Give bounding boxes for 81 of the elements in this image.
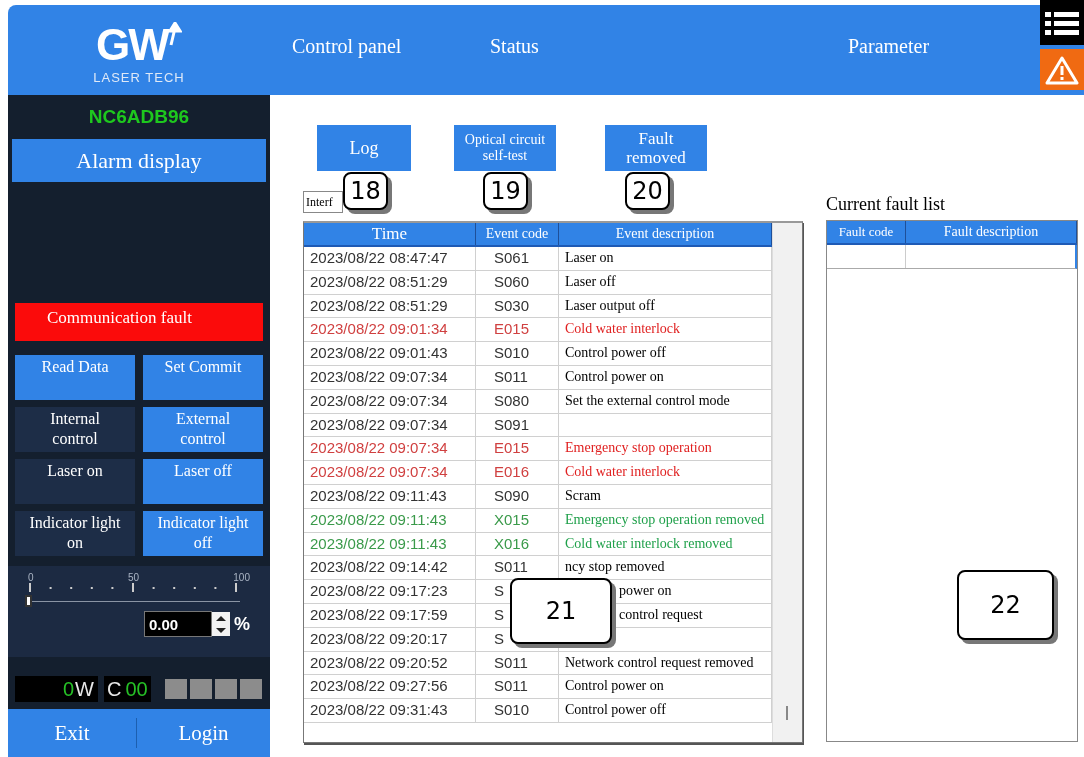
control-button[interactable]: Read Data	[15, 355, 135, 401]
column-header: Fault code	[827, 221, 906, 243]
time-cell: 2023/08/22 09:14:42	[304, 556, 476, 580]
code-cell: S010	[476, 699, 559, 722]
nav-link[interactable]: Parameter	[848, 34, 930, 58]
control-button[interactable]: Laser on	[15, 459, 135, 505]
time-cell: 2023/08/22 09:20:52	[304, 651, 476, 675]
channel-value: 00	[125, 677, 148, 701]
indicator-square	[164, 679, 187, 700]
column-header: Fault description	[906, 221, 1077, 243]
arrow-icon	[167, 21, 182, 46]
time-cell: 2023/08/22 09:11:43	[304, 484, 476, 508]
code-cell: X015	[476, 508, 559, 532]
code-cell: S090	[476, 484, 559, 508]
column-header: Time	[304, 223, 476, 245]
power-value: 0	[63, 677, 75, 701]
code-cell: X016	[476, 532, 559, 556]
device-id: NC6ADB96	[87, 105, 191, 129]
code-cell: S011	[476, 366, 559, 389]
code-cell: S061	[476, 247, 559, 270]
channel-label: C	[107, 677, 122, 701]
time-cell: 2023/08/22 09:01:43	[304, 342, 476, 365]
scale-label: 0	[28, 572, 34, 584]
fault-list-title: Current fault list	[826, 194, 946, 215]
nav-link[interactable]: Control panel	[292, 34, 402, 58]
unit-label: %	[234, 613, 250, 635]
time-cell: 2023/08/22 09:07:34	[304, 437, 476, 461]
code-cell: S060	[476, 270, 559, 294]
code-cell: S011	[476, 675, 559, 699]
fault-banner: Communication fault	[15, 303, 263, 342]
power-unit: W	[75, 677, 94, 701]
scale-label: 100	[233, 572, 250, 584]
scrollbar[interactable]	[772, 223, 802, 742]
time-cell: 2023/08/22 08:51:29	[304, 270, 476, 294]
code-cell: S010	[476, 342, 559, 365]
alarm-display-button[interactable]: Alarm display	[12, 138, 266, 183]
code-cell: E016	[476, 461, 559, 484]
code-cell: S080	[476, 389, 559, 413]
indicator-square	[239, 679, 262, 700]
time-cell: 2023/08/22 09:31:43	[304, 699, 476, 722]
slider-thumb[interactable]	[25, 595, 32, 608]
time-cell: 2023/08/22 09:17:59	[304, 603, 476, 627]
time-cell: 2023/08/22 09:07:34	[304, 366, 476, 389]
code-cell: S011	[476, 651, 559, 675]
code-cell: S091	[476, 413, 559, 437]
time-cell: 2023/08/22 09:27:56	[304, 675, 476, 699]
scale-label: 50	[127, 572, 139, 584]
time-cell: 2023/08/22 09:07:34	[304, 389, 476, 413]
code-cell: S030	[476, 294, 559, 318]
exit-button[interactable]: Exit	[8, 709, 136, 757]
time-cell: 2023/08/22 09:11:43	[304, 508, 476, 532]
time-cell: 2023/08/22 08:47:47	[304, 247, 476, 270]
time-cell: 2023/08/22 09:07:34	[304, 413, 476, 437]
indicator-square	[214, 679, 237, 700]
code-cell: E015	[476, 318, 559, 342]
menu-button[interactable]	[1040, 0, 1084, 45]
action-button[interactable]: Log	[317, 125, 411, 171]
action-button[interactable]: Fault removed	[605, 125, 707, 171]
control-button[interactable]: Indicator light on	[15, 511, 135, 557]
control-button[interactable]: Indicator light off	[143, 511, 263, 557]
time-cell: 2023/08/22 09:11:43	[304, 532, 476, 556]
time-cell: 2023/08/22 08:51:29	[304, 294, 476, 318]
logo-tagline: LASER TECH	[93, 69, 185, 85]
time-cell: 2023/08/22 09:20:17	[304, 627, 476, 651]
indicator-square	[189, 679, 212, 700]
filter-field[interactable]: Interf	[303, 191, 343, 213]
time-cell: 2023/08/22 09:07:34	[304, 461, 476, 484]
control-button[interactable]: Set Commit	[143, 355, 263, 401]
time-cell: 2023/08/22 09:01:34	[304, 318, 476, 342]
control-button[interactable]: Internal control	[15, 407, 135, 453]
column-header: Event code	[476, 223, 559, 245]
action-button[interactable]: Optical circuit self-test	[454, 125, 556, 171]
control-button[interactable]: External control	[143, 407, 263, 453]
login-button[interactable]: Login	[137, 709, 270, 757]
time-cell: 2023/08/22 09:17:23	[304, 580, 476, 603]
nav-link[interactable]: Status	[490, 34, 539, 58]
power-slider[interactable]	[28, 595, 240, 608]
logo-mark: GW	[96, 21, 168, 68]
code-cell: E015	[476, 437, 559, 461]
power-input[interactable]: 0.00	[144, 611, 212, 638]
control-button[interactable]: Laser off	[143, 459, 263, 505]
